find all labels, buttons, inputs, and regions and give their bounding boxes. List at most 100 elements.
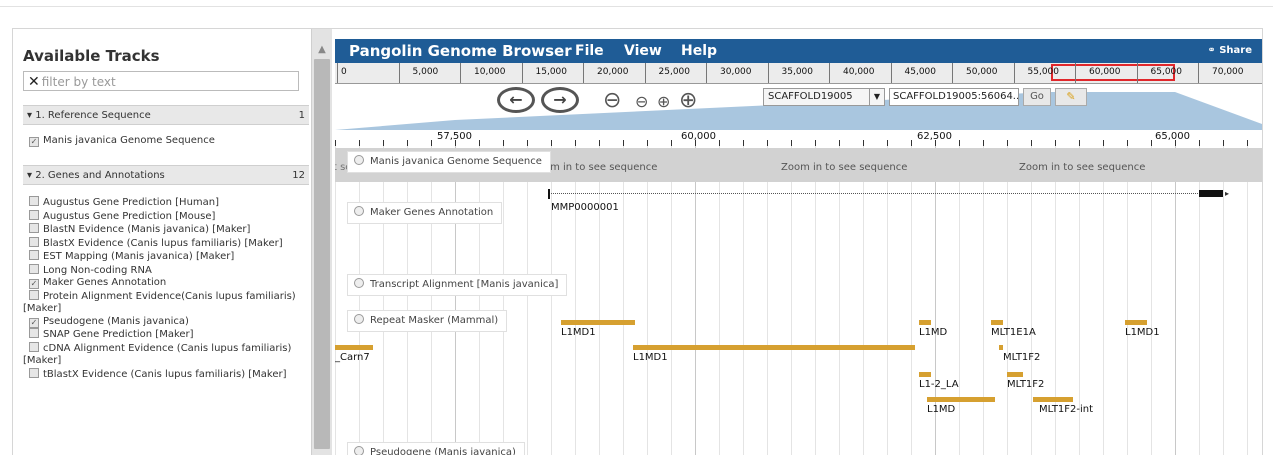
overview-scale[interactable]: 0 5,000 10,000 15,000 20,000 25,000 30,000 35,0… [335, 63, 1262, 84]
track-close-icon[interactable] [354, 155, 364, 165]
checkbox-icon[interactable] [29, 341, 39, 352]
repeat-feature[interactable] [633, 345, 915, 350]
track-item[interactable]: Augustus Gene Prediction [Mouse] [23, 209, 303, 224]
track-item-label: SNAP Gene Prediction [Maker] [43, 329, 194, 340]
checkbox-icon[interactable] [29, 209, 39, 220]
track-item[interactable]: ✓ Pseudogene (Manis javanica) [23, 316, 303, 329]
track-item[interactable]: EST Mapping (Manis javanica) [Maker] [23, 250, 303, 264]
detail-ruler: 57,500 60,000 62,500 65,000 [335, 130, 1262, 147]
filter-input[interactable]: ✕ filter by text [23, 71, 299, 91]
grid-line [431, 146, 432, 455]
checkbox-checked-icon[interactable]: ✓ [29, 317, 39, 328]
pan-left-button[interactable]: ← [497, 87, 535, 113]
track-item[interactable]: Augustus Gene Prediction [Human] [23, 196, 303, 210]
grid-line [1223, 146, 1224, 455]
overview-tick-label: 45,000 [904, 67, 937, 77]
track-item[interactable]: Long Non-coding RNA [23, 263, 303, 278]
pan-right-button[interactable]: → [541, 87, 579, 113]
track-item-label: BlastN Evidence (Manis javanica) [Maker] [43, 224, 251, 235]
track-item[interactable]: tBlastX Evidence (Canis lupus familiaris… [23, 367, 303, 382]
gene-intron-line [548, 193, 1204, 194]
menu-view[interactable]: View [624, 43, 662, 59]
scroll-up-icon[interactable]: ▲ [312, 43, 332, 57]
track-item[interactable]: ✓ Maker Genes Annotation [23, 277, 303, 290]
go-button[interactable]: Go [1023, 88, 1051, 106]
zoom-in-button[interactable]: ⊕ [657, 92, 670, 111]
track-label-text: Transcript Alignment [Manis javanica] [370, 279, 559, 290]
repeat-feature-label: L1MD1 [633, 352, 668, 363]
track-list-scrollbar[interactable]: ▲ [311, 29, 332, 455]
track-label-transcript[interactable]: Transcript Alignment [Manis javanica] [347, 274, 568, 296]
checkbox-icon[interactable] [29, 289, 39, 300]
track-close-icon[interactable] [354, 206, 364, 216]
overview-tick [767, 63, 769, 83]
overview-tick [1075, 63, 1076, 83]
track-close-icon[interactable] [354, 314, 364, 324]
checkbox-icon[interactable] [29, 367, 39, 378]
checkbox-icon[interactable] [29, 263, 39, 274]
highlighter-icon: ✎ [1066, 90, 1076, 103]
track-item[interactable]: cDNA Alignment Evidence (Canis lupus fam… [23, 341, 303, 368]
scaffold-select[interactable]: SCAFFOLD19005 ▼ [763, 88, 885, 106]
highlight-button[interactable]: ✎ [1055, 88, 1087, 106]
track-item[interactable]: BlastX Evidence (Canis lupus familiaris)… [23, 236, 303, 251]
grid-line [527, 146, 528, 455]
track-item[interactable]: Protein Alignment Evidence(Canis lupus f… [23, 289, 303, 316]
checkbox-icon[interactable] [29, 223, 39, 233]
gene-exon[interactable] [1199, 190, 1223, 197]
zoom-in-large-button[interactable]: ⊕ [679, 88, 697, 113]
track-label-repeat[interactable]: Repeat Masker (Mammal) [347, 310, 508, 332]
repeat-feature[interactable] [561, 320, 635, 325]
menu-help[interactable]: Help [681, 43, 717, 59]
location-input[interactable]: SCAFFOLD19005:56064..65684 [889, 88, 1019, 106]
repeat-feature[interactable] [919, 372, 931, 377]
repeat-feature-label: MLT1E1A [991, 327, 1036, 338]
repeat-feature-label: L1MD1 [561, 327, 596, 338]
track-item-label: Augustus Gene Prediction [Mouse] [43, 210, 216, 222]
zoom-out-button[interactable]: ⊖ [635, 92, 648, 111]
overview-tick-label: 25,000 [658, 67, 691, 77]
checkbox-checked-icon[interactable]: ✓ [29, 279, 39, 289]
repeat-feature[interactable] [1125, 320, 1147, 325]
track-label-text: Maker Genes Annotation [370, 207, 494, 218]
track-label-pseudogene[interactable]: Pseudogene (Manis javanica) [347, 442, 525, 455]
share-button[interactable]: ⚭ Share [1207, 45, 1252, 56]
zoom-out-large-button[interactable]: ⊖ [603, 88, 621, 113]
repeat-feature[interactable] [1033, 397, 1073, 402]
gene-feature-label[interactable]: MMP0000001 [551, 202, 619, 213]
track-label-maker[interactable]: Maker Genes Annotation [347, 202, 503, 224]
ruler-tick-label: 60,000 [681, 131, 716, 142]
track-close-icon[interactable] [354, 278, 364, 288]
overview-tick-label: 5,000 [412, 67, 439, 77]
repeat-feature[interactable] [991, 320, 1003, 325]
overview-tick [460, 63, 461, 83]
checkbox-icon[interactable] [29, 250, 39, 260]
track-item[interactable]: SNAP Gene Prediction [Maker] [23, 328, 303, 342]
scrollbar-thumb[interactable] [314, 59, 330, 449]
repeat-feature-label: L1MD [919, 327, 948, 338]
zoom-in-icon: ⊕ [679, 88, 698, 113]
clear-filter-icon[interactable]: ✕ [28, 74, 40, 90]
repeat-feature[interactable] [999, 345, 1003, 350]
category-reference-sequence[interactable]: ▾ 1. Reference Sequence 1 [23, 105, 309, 125]
repeat-feature[interactable] [1007, 372, 1023, 377]
repeat-feature[interactable] [335, 345, 373, 350]
category-genes-annotations[interactable]: ▾ 2. Genes and Annotations 12 [23, 165, 309, 185]
grid-line [1247, 146, 1248, 455]
track-item[interactable]: ✓ Manis javanica Genome Sequence [23, 135, 303, 148]
repeat-feature-label: MLT1F2 [1007, 379, 1045, 390]
checkbox-icon[interactable] [29, 328, 39, 338]
repeat-feature[interactable] [927, 397, 995, 402]
checkbox-checked-icon[interactable]: ✓ [29, 137, 39, 147]
overview-tick-label: 10,000 [474, 67, 506, 77]
menu-file[interactable]: File [575, 43, 604, 59]
repeat-feature[interactable] [919, 320, 931, 325]
checkbox-icon[interactable] [29, 196, 39, 206]
repeat-feature-label: MLT1F2 [1003, 352, 1041, 363]
overview-tick-label: 50,000 [966, 67, 998, 77]
repeat-feature-label: L1MD1 [1125, 327, 1160, 338]
track-item[interactable]: BlastN Evidence (Manis javanica) [Maker] [23, 223, 303, 237]
track-item-label: Long Non-coding RNA [43, 264, 152, 276]
track-label-sequence[interactable]: Manis javanica Genome Sequence [347, 151, 551, 173]
checkbox-icon[interactable] [29, 236, 39, 247]
